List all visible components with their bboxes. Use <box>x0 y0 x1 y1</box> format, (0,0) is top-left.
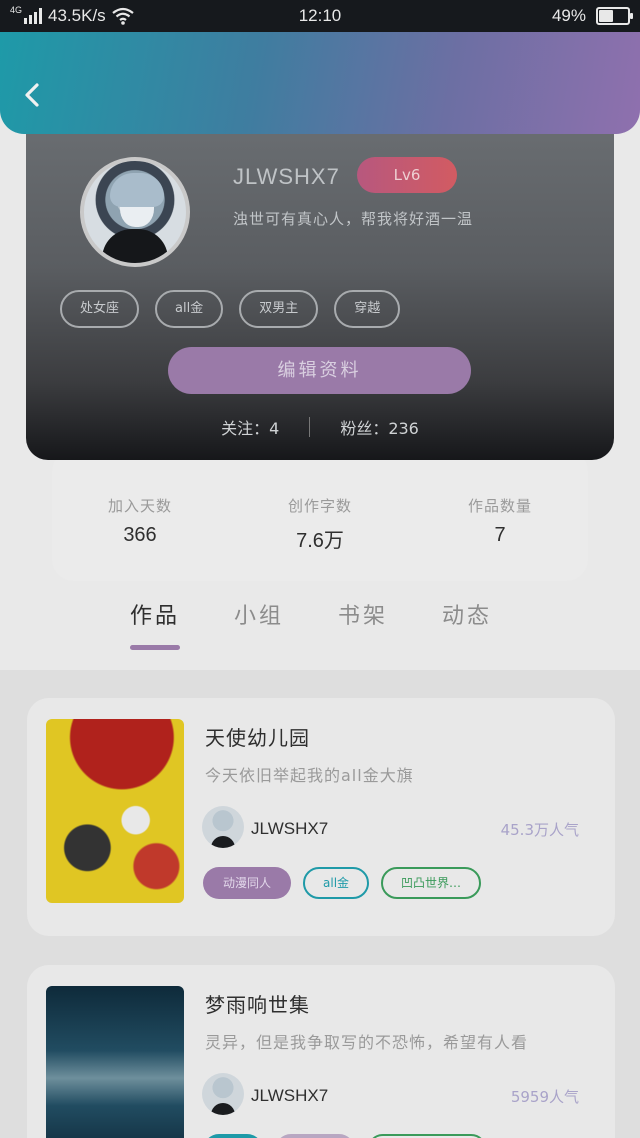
battery-fill <box>599 10 613 22</box>
popularity-count: 45.3万人气 <box>500 821 579 839</box>
work-description: 今天依旧举起我的all金大旗 <box>205 766 414 785</box>
tab-groups[interactable]: 小组 <box>234 598 284 630</box>
work-tags <box>203 1134 487 1138</box>
work-title[interactable]: 天使幼儿园 <box>205 722 310 751</box>
work-tag[interactable]: all金 <box>303 867 370 899</box>
profile-tags: 处女座 all金 双男主 穿越 <box>60 290 401 328</box>
author-avatar <box>202 1073 244 1115</box>
author-name: JLWSHX7 <box>251 819 329 838</box>
stat-word-count: 创作字数 7.6万 <box>240 495 400 553</box>
stat-works-count: 作品数量 7 <box>420 495 580 547</box>
work-tag[interactable]: 动漫同人 <box>203 867 292 899</box>
stat-join-days: 加入天数 366 <box>60 495 220 547</box>
battery-percent: 49% <box>551 6 586 25</box>
username: JLWSHX7 <box>233 164 340 189</box>
profile-tag[interactable]: all金 <box>155 290 224 328</box>
follow-stats: 关注：4 粉丝：236 <box>26 415 614 439</box>
back-button[interactable] <box>18 80 48 110</box>
status-bar: 4G 43.5K/s 12:10 49% <box>0 0 640 32</box>
work-card[interactable]: 天使幼儿园 今天依旧举起我的all金大旗 JLWSHX7 45.3万人气 动漫同… <box>27 698 615 936</box>
divider <box>309 417 311 437</box>
stat-label: 作品数量 <box>467 497 532 515</box>
header-bar <box>0 32 640 134</box>
work-cover-image[interactable] <box>46 986 184 1138</box>
tab-bar: 作品 小组 书架 动态 <box>130 598 492 650</box>
profile-tag[interactable]: 穿越 <box>334 290 401 328</box>
stats-card: 加入天数 366 创作字数 7.6万 作品数量 7 <box>52 450 588 581</box>
clock: 12:10 <box>298 6 342 25</box>
stat-value: 366 <box>123 524 157 546</box>
work-tag[interactable] <box>275 1134 355 1138</box>
stat-label: 加入天数 <box>107 497 172 515</box>
work-tags: 动漫同人 all金 凹凸世界… <box>203 867 482 899</box>
work-card[interactable]: 梦雨响世集 灵异，但是我争取写的不恐怖，希望有人看 JLWSHX7 5959人气 <box>27 965 615 1138</box>
work-cover-image[interactable] <box>46 719 184 903</box>
work-description: 灵异，但是我争取写的不恐怖，希望有人看 <box>205 1033 529 1052</box>
author-avatar <box>202 806 244 848</box>
level-badge: Lv6 <box>357 157 457 193</box>
tab-works[interactable]: 作品 <box>130 598 181 650</box>
author-name: JLWSHX7 <box>251 1086 329 1105</box>
avatar[interactable] <box>80 157 190 267</box>
profile-tag[interactable]: 双男主 <box>239 290 319 328</box>
work-tag[interactable]: 凹凸世界… <box>381 867 482 899</box>
stat-value: 7 <box>494 524 506 546</box>
stat-label: 创作字数 <box>287 497 352 515</box>
battery-icon <box>596 7 633 25</box>
popularity-count: 5959人气 <box>510 1088 579 1106</box>
edit-profile-button[interactable]: 编辑资料 <box>168 347 471 394</box>
profile-tag[interactable]: 处女座 <box>60 290 140 328</box>
work-tag[interactable] <box>203 1134 263 1138</box>
chevron-left-icon <box>25 83 39 107</box>
following-count[interactable]: 关注：4 <box>221 415 279 439</box>
tab-bookshelf[interactable]: 书架 <box>338 598 388 630</box>
signature-text: 浊世可有真心人，帮我将好酒一温 <box>233 210 474 228</box>
work-tag[interactable] <box>367 1134 487 1138</box>
stat-value: 7.6万 <box>296 530 344 552</box>
profile-card: JLWSHX7 Lv6 浊世可有真心人，帮我将好酒一温 处女座 all金 双男主… <box>26 110 614 460</box>
status-right: 49% <box>551 6 633 26</box>
tab-activity[interactable]: 动态 <box>442 598 492 630</box>
followers-count[interactable]: 粉丝：236 <box>340 415 419 439</box>
work-title[interactable]: 梦雨响世集 <box>205 989 310 1018</box>
